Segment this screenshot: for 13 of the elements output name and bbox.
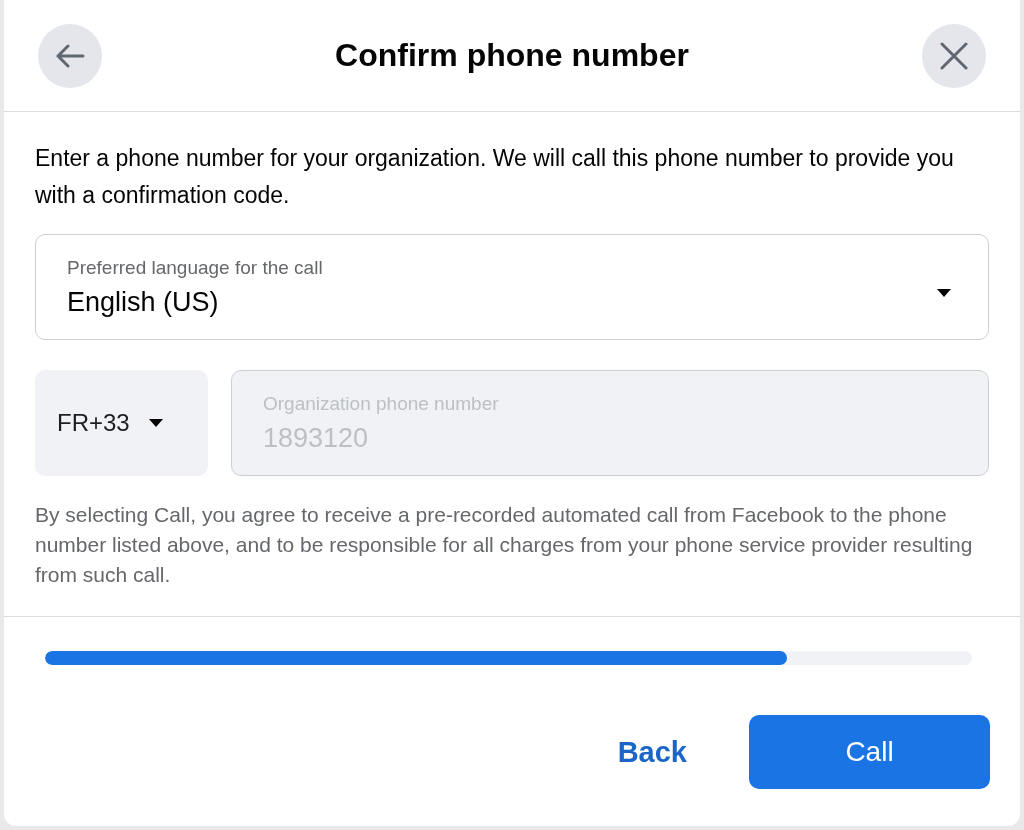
- caret-icon: [936, 288, 952, 298]
- intro-text: Enter a phone number for your organization. We will call this phone number to provide you with a confirmation code.: [35, 144, 955, 210]
- caret-icon: [147, 418, 164, 428]
- disclaimer-text: By selecting Call, you agree to receive a pre-recorded automated call from Facebook to the phone number listed above, and to be responsible for all charges from your phone service provider resulting from such call.: [35, 502, 974, 588]
- field-label: Preferred language for the call: [67, 257, 323, 279]
- back-button[interactable]: Back: [617, 735, 687, 769]
- language-select[interactable]: Preferred language for the call English (US): [35, 234, 989, 340]
- country-code-select[interactable]: FR+33: [35, 370, 208, 476]
- arrow-left-icon: [55, 43, 85, 68]
- field-value: English (US): [67, 287, 220, 318]
- call-button[interactable]: Call: [749, 715, 990, 789]
- dialog-title: Confirm phone number: [335, 37, 689, 74]
- close-icon: [940, 41, 968, 70]
